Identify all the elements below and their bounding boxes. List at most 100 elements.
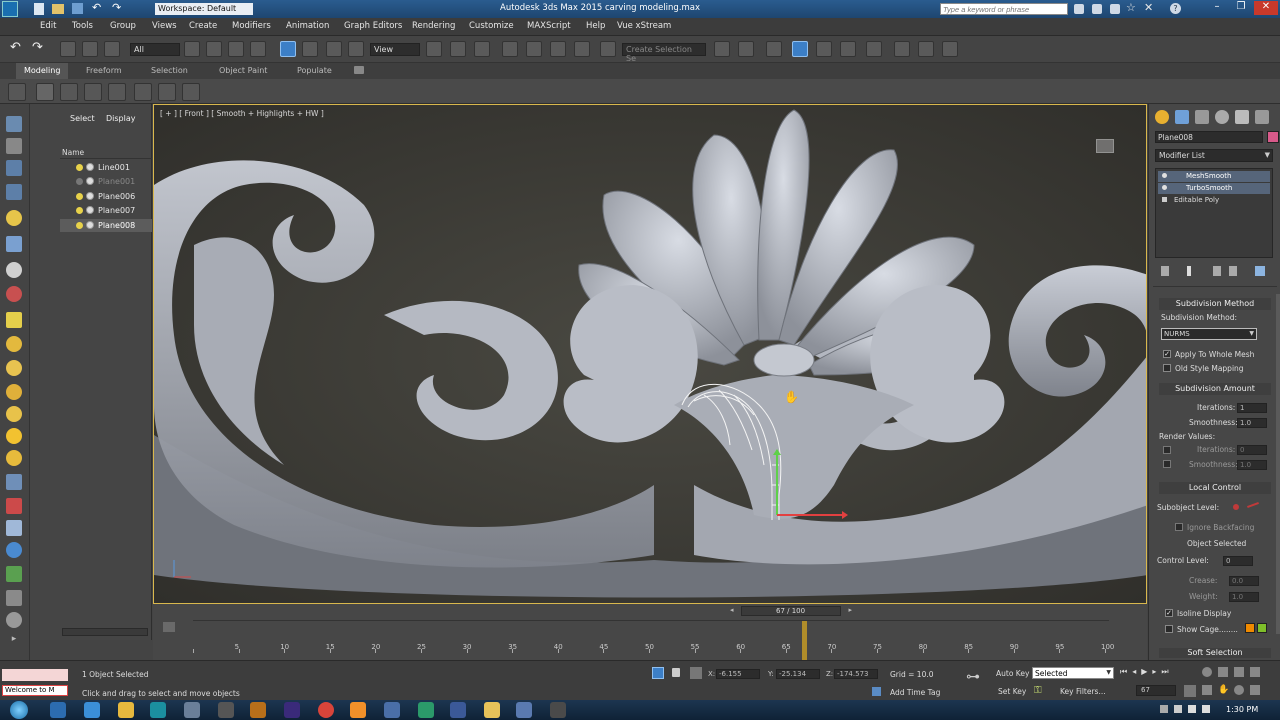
add-time-tag-icon[interactable] [872, 687, 881, 696]
window-crossing-icon[interactable] [250, 41, 266, 57]
absolute-mode-icon[interactable] [690, 667, 702, 679]
freeze-icon[interactable] [86, 206, 94, 214]
select-and-rotate-icon[interactable] [302, 41, 318, 57]
render-smoothness-checkbox[interactable] [1163, 460, 1171, 468]
snaps-toggle-icon[interactable] [502, 41, 518, 57]
hammer-icon[interactable] [60, 83, 78, 101]
select-by-name-icon[interactable] [206, 41, 222, 57]
taskbar-illustrator-icon[interactable] [250, 702, 266, 718]
front-viewport[interactable]: [ + ] [ Front ] [ Smooth + Highlights + … [153, 104, 1147, 604]
utilities-tab-icon[interactable] [1255, 110, 1269, 124]
render-setup-icon[interactable] [894, 41, 910, 57]
name-column-header[interactable]: Name [62, 148, 84, 157]
new-file-icon[interactable] [34, 3, 44, 15]
camera-icon[interactable] [6, 236, 22, 252]
taskbar-app-icon[interactable] [516, 702, 532, 718]
isoline-display-checkbox[interactable]: ✓ [1165, 609, 1173, 617]
y-coordinate[interactable]: -25.134 [776, 669, 820, 679]
local-control-rollout[interactable]: Local Control [1159, 482, 1271, 494]
selected-dropdown[interactable]: Selected ▼ [1032, 667, 1114, 679]
list-item[interactable]: Line001 [60, 162, 152, 174]
taskbar-explorer-icon[interactable] [484, 702, 500, 718]
percent-snap-icon[interactable] [550, 41, 566, 57]
tray-up-icon[interactable] [1160, 705, 1168, 713]
paint-icon[interactable] [6, 498, 22, 514]
explorer-scrollbar[interactable] [62, 628, 148, 636]
edge-subobject-icon[interactable] [1247, 502, 1259, 508]
tab-modeling[interactable]: Modeling [16, 63, 69, 79]
render-production-icon[interactable] [942, 41, 958, 57]
open-file-icon[interactable] [52, 4, 64, 14]
box-icon[interactable] [6, 312, 22, 328]
pan-icon[interactable]: ✋ [1218, 685, 1229, 695]
set-key-button[interactable]: Set Key [998, 687, 1026, 696]
render-iterations-spinner[interactable]: 0 [1237, 445, 1267, 455]
tray-icons[interactable] [1160, 705, 1220, 715]
key-icon[interactable]: ⚿ [1034, 685, 1048, 697]
sphere-icon[interactable] [36, 83, 54, 101]
particle-icon[interactable] [6, 474, 22, 490]
restore-button[interactable]: ❐ [1230, 1, 1252, 15]
maxscript-pink[interactable] [2, 669, 68, 681]
create-tab-icon[interactable] [1155, 110, 1169, 124]
menu-tools[interactable]: Tools [72, 21, 93, 31]
freeze-icon[interactable] [86, 192, 94, 200]
select-and-move-icon[interactable] [280, 41, 296, 57]
keyboard-shortcut-icon[interactable] [474, 41, 490, 57]
render-iterations-checkbox[interactable] [1163, 446, 1171, 454]
reference-coordinate-dropdown[interactable]: View [370, 43, 420, 56]
subdivision-method-rollout[interactable]: Subdivision Method [1159, 298, 1271, 310]
list-item[interactable]: Plane006 [60, 191, 152, 203]
torus-icon[interactable] [6, 384, 22, 400]
x-coordinate[interactable]: -6.155 [716, 669, 760, 679]
go-to-start-icon[interactable]: ⏮ [1120, 667, 1132, 676]
make-unique-icon[interactable] [1213, 266, 1221, 276]
freeze-icon[interactable] [86, 177, 94, 185]
hierarchy-tab-icon[interactable] [1195, 110, 1209, 124]
key-filters-button[interactable]: Key Filters... [1060, 687, 1106, 696]
freeze-icon[interactable] [86, 221, 94, 229]
list-item[interactable]: Plane007 [60, 205, 152, 217]
control-level-spinner[interactable]: 0 [1223, 556, 1253, 566]
tray-flag-icon[interactable] [1188, 705, 1196, 713]
utilities-icon[interactable] [134, 83, 152, 101]
zoom-extents-all-icon[interactable] [1250, 667, 1260, 677]
ignore-backfacing-checkbox[interactable] [1175, 523, 1183, 531]
object-color-swatch[interactable] [1267, 131, 1279, 143]
time-marker[interactable] [802, 621, 808, 661]
list-item[interactable]: Plane001 [60, 176, 152, 188]
hair-icon[interactable] [6, 590, 22, 606]
taskbar-vlc-icon[interactable] [350, 702, 366, 718]
menu-edit[interactable]: Edit [40, 21, 56, 31]
save-file-icon[interactable] [72, 3, 83, 14]
taskbar-facebook-icon[interactable] [450, 702, 466, 718]
redo-icon[interactable]: ↷ [32, 40, 43, 55]
zoom-icon[interactable] [1202, 667, 1212, 677]
add-time-tag[interactable]: Add Time Tag [890, 688, 940, 697]
close-help-icon[interactable]: ✕ [1144, 1, 1153, 14]
align-icon[interactable] [738, 41, 754, 57]
sun-icon[interactable] [6, 428, 22, 444]
display-tab-icon[interactable] [1235, 110, 1249, 124]
z-coordinate[interactable]: -174.573 [834, 669, 878, 679]
angle-snap-icon[interactable] [526, 41, 542, 57]
cage-color-orange[interactable] [1245, 623, 1255, 633]
menu-group[interactable]: Group [110, 21, 136, 31]
tab-freeform[interactable]: Freeform [86, 66, 122, 75]
next-frame-icon[interactable]: ▸ [848, 606, 852, 614]
sphere-icon[interactable] [6, 336, 22, 352]
menu-customize[interactable]: Customize [469, 21, 514, 31]
bind-spacewarp-icon[interactable] [104, 41, 120, 57]
taskbar-3dsmax-icon[interactable] [150, 702, 166, 718]
auto-key-button[interactable]: Auto Key [996, 669, 1029, 678]
gear-icon[interactable] [6, 612, 22, 628]
maxscript-listener[interactable]: Welcome to M [2, 685, 68, 696]
menu-animation[interactable]: Animation [286, 21, 329, 31]
clock[interactable]: 1:30 PM [1226, 705, 1258, 714]
zoom-all-icon[interactable] [1218, 667, 1228, 677]
character-icon[interactable] [6, 520, 22, 536]
motion-tab-icon[interactable] [1215, 110, 1229, 124]
select-and-scale-icon[interactable] [326, 41, 342, 57]
communication-icon[interactable] [1110, 4, 1120, 14]
taskbar-premiere-icon[interactable] [284, 702, 300, 718]
